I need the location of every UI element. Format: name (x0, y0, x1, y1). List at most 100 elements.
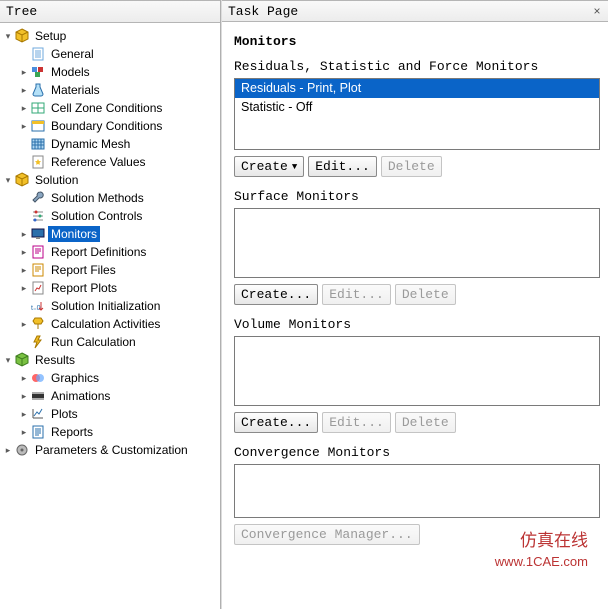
tree-node-parameters-customization[interactable]: ▸Parameters & Customization (2, 441, 220, 459)
button-label: Create (241, 159, 288, 174)
volume-create-button[interactable]: Create... (234, 412, 318, 433)
expand-icon[interactable]: ▸ (18, 246, 30, 258)
page-heading: Monitors (234, 34, 600, 49)
anim-icon (30, 388, 46, 404)
boundary-icon (30, 118, 46, 134)
button-label: Delete (402, 415, 449, 430)
tree-node-dynamic-mesh[interactable]: Dynamic Mesh (2, 135, 220, 153)
tree-node-reference-values[interactable]: Reference Values (2, 153, 220, 171)
tree-node-general[interactable]: General (2, 45, 220, 63)
tree-node-label: Report Files (48, 262, 119, 278)
report-file-icon (30, 262, 46, 278)
tree-node-solution[interactable]: ▾Solution (2, 171, 220, 189)
volume-delete-button: Delete (395, 412, 456, 433)
expand-icon[interactable]: ▸ (18, 408, 30, 420)
expand-icon[interactable]: ▸ (18, 282, 30, 294)
tree-node-monitors[interactable]: ▸ Monitors (2, 225, 220, 243)
tree-node-label: General (48, 46, 97, 62)
residuals-group-label: Residuals, Statistic and Force Monitors (234, 59, 600, 74)
tree-node-label: Report Definitions (48, 244, 149, 260)
button-label: Edit... (329, 287, 384, 302)
reports-icon (30, 424, 46, 440)
tree-node-graphics[interactable]: ▸Graphics (2, 369, 220, 387)
mesh-blue-icon (30, 136, 46, 152)
tree-node-solution-initialization[interactable]: t₌0Solution Initialization (2, 297, 220, 315)
close-icon[interactable]: × (589, 3, 605, 19)
expand-icon[interactable]: ▸ (18, 264, 30, 276)
surface-listbox[interactable] (234, 208, 600, 278)
tree-node-solution-methods[interactable]: Solution Methods (2, 189, 220, 207)
tree-node-materials[interactable]: ▸ Materials (2, 81, 220, 99)
tree-node-solution-controls[interactable]: Solution Controls (2, 207, 220, 225)
wrench-icon (30, 190, 46, 206)
tree-panel: Tree ▾SetupGeneral▸Models▸Materials▸Cell… (0, 0, 221, 609)
tree-node-label: Solution Methods (48, 190, 147, 206)
tree-node-label: Setup (32, 28, 69, 44)
run-icon (30, 334, 46, 350)
tree-node-report-definitions[interactable]: ▸ Report Definitions (2, 243, 220, 261)
tree-node-label: Materials (48, 82, 103, 98)
tree-node-run-calculation[interactable]: Run Calculation (2, 333, 220, 351)
volume-listbox[interactable] (234, 336, 600, 406)
expand-icon[interactable]: ▸ (2, 444, 14, 456)
tree-node-label: Boundary Conditions (48, 118, 165, 134)
button-label: Delete (388, 159, 435, 174)
convergence-group-label: Convergence Monitors (234, 445, 600, 460)
residuals-edit-button[interactable]: Edit... (308, 156, 377, 177)
surface-group-label: Surface Monitors (234, 189, 600, 204)
convergence-button-row: Convergence Manager... (234, 524, 600, 545)
list-item[interactable]: Statistic - Off (235, 98, 599, 117)
tree-node-cell-zone-conditions[interactable]: ▸Cell Zone Conditions (2, 99, 220, 117)
convergence-manager-button: Convergence Manager... (234, 524, 420, 545)
task-page-header: Task Page × (222, 0, 608, 22)
residuals-delete-button: Delete (381, 156, 442, 177)
tree-node-report-files[interactable]: ▸ Report Files (2, 261, 220, 279)
expand-icon[interactable]: ▸ (18, 228, 30, 240)
collapse-icon[interactable]: ▾ (2, 354, 14, 366)
doc-star-icon (30, 154, 46, 170)
expand-icon[interactable]: ▸ (18, 66, 30, 78)
task-page-body: Monitors Residuals, Statistic and Force … (222, 22, 608, 609)
expand-icon[interactable]: ▸ (18, 120, 30, 132)
convergence-listbox[interactable] (234, 464, 600, 518)
collapse-icon[interactable]: ▾ (2, 174, 14, 186)
tree-node-animations[interactable]: ▸Animations (2, 387, 220, 405)
cube-green-icon (14, 352, 30, 368)
surface-delete-button: Delete (395, 284, 456, 305)
tree-node-models[interactable]: ▸Models (2, 63, 220, 81)
tree-node-calculation-activities[interactable]: ▸Calculation Activities (2, 315, 220, 333)
tree-node-label: Reports (48, 424, 96, 440)
expand-icon[interactable]: ▸ (18, 390, 30, 402)
expand-icon[interactable]: ▸ (18, 318, 30, 330)
tree-node-setup[interactable]: ▾ Setup (2, 27, 220, 45)
tree-node-reports[interactable]: ▸ Reports (2, 423, 220, 441)
doc-lines-icon (30, 46, 46, 62)
button-label: Create... (241, 287, 311, 302)
expand-icon[interactable]: ▸ (18, 102, 30, 114)
surface-button-row: Create... Edit... Delete (234, 284, 600, 305)
tree-node-boundary-conditions[interactable]: ▸ Boundary Conditions (2, 117, 220, 135)
tree-node-report-plots[interactable]: ▸Report Plots (2, 279, 220, 297)
tree-node-label: Reference Values (48, 154, 149, 170)
tree-node-label: Solution Initialization (48, 298, 163, 314)
tree-node-label: Monitors (48, 226, 100, 242)
residuals-create-button[interactable]: Create ▼ (234, 156, 304, 177)
tree-body: ▾SetupGeneral▸Models▸Materials▸Cell Zone… (0, 23, 220, 609)
tree-node-results[interactable]: ▾Results (2, 351, 220, 369)
surface-create-button[interactable]: Create... (234, 284, 318, 305)
cube-yellow-icon (14, 28, 30, 44)
chevron-down-icon: ▼ (292, 162, 297, 172)
tree-node-plots[interactable]: ▸Plots (2, 405, 220, 423)
cube-yellow-icon (14, 172, 30, 188)
expand-icon[interactable]: ▸ (18, 372, 30, 384)
expand-icon[interactable]: ▸ (18, 426, 30, 438)
volume-edit-button: Edit... (322, 412, 391, 433)
report-plot-icon (30, 280, 46, 296)
surface-edit-button: Edit... (322, 284, 391, 305)
collapse-icon[interactable]: ▾ (2, 30, 14, 42)
residuals-listbox[interactable]: Residuals - Print, PlotStatistic - Off (234, 78, 600, 150)
expand-icon[interactable]: ▸ (18, 84, 30, 96)
tree-node-label: Solution Controls (48, 208, 145, 224)
graphics-icon (30, 370, 46, 386)
list-item[interactable]: Residuals - Print, Plot (235, 79, 599, 98)
